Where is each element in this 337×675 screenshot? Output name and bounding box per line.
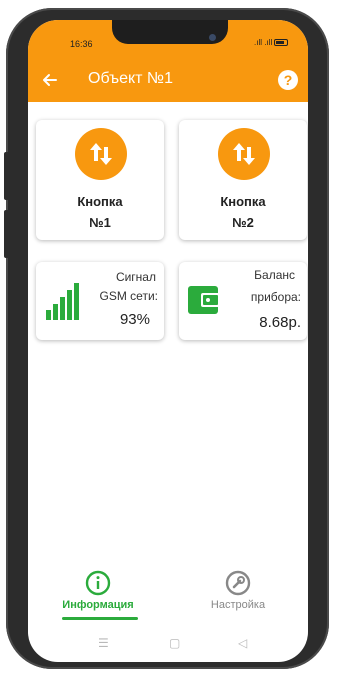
button-1-label: Кнопка — [77, 194, 123, 209]
balance-label-line1: Баланс — [254, 268, 295, 282]
arrow-left-icon — [43, 74, 57, 86]
menu-icon[interactable]: ☰ — [98, 636, 109, 650]
volume-down-button — [4, 210, 9, 258]
signal-label-line1: Сигнал — [115, 270, 156, 284]
wallet-icon — [188, 286, 220, 314]
system-navigation-bar: ☰ ▢ ◁ — [28, 632, 308, 662]
page-title: Объект №1 — [88, 70, 173, 87]
back-button[interactable] — [40, 70, 60, 90]
button-2-card[interactable]: Кнопка №2 — [179, 120, 307, 240]
info-icon — [85, 570, 111, 596]
signal-label-line2: GSM сети: — [99, 289, 158, 303]
button-1-card[interactable]: Кнопка №1 — [36, 120, 164, 240]
balance-label-line2: прибора: — [250, 290, 301, 304]
nav-label-settings: Настройка — [210, 599, 266, 611]
back-triangle-icon[interactable]: ◁ — [238, 636, 247, 650]
gsm-signal-card: Сигнал GSM сети: 93% — [36, 262, 164, 340]
swap-arrows-icon — [233, 143, 255, 165]
button-1-number: №1 — [89, 215, 111, 230]
active-tab-indicator — [62, 617, 138, 620]
signal-value: 93% — [119, 311, 150, 328]
nav-tab-information[interactable]: Информация — [38, 570, 158, 611]
nav-label-information: Информация — [62, 599, 134, 611]
swap-icon-circle — [218, 128, 270, 180]
balance-value: 8.68р. — [259, 314, 301, 331]
button-2-label: Кнопка — [220, 194, 266, 209]
status-time: 16:36 — [70, 39, 93, 49]
swap-arrows-icon — [90, 143, 112, 165]
swap-icon-circle — [75, 128, 127, 180]
front-camera — [209, 34, 216, 41]
home-icon[interactable]: ▢ — [169, 636, 180, 650]
help-button[interactable]: ? — [278, 70, 298, 90]
status-icons: .ıll .ıll — [254, 38, 289, 47]
button-2-number: №2 — [232, 215, 254, 230]
signal-bars-icon — [46, 283, 79, 320]
screen: 16:36 .ıll .ıll Объект №1 ? Кнопка №1 Кн… — [28, 20, 308, 662]
signal-text: .ıll .ıll — [254, 38, 273, 47]
app-bar: 16:36 .ıll .ıll Объект №1 ? — [28, 20, 308, 102]
volume-up-button — [4, 152, 9, 200]
balance-card: Баланс прибора: 8.68р. — [179, 262, 307, 340]
wrench-icon — [225, 570, 251, 596]
nav-tab-settings[interactable]: Настройка — [178, 570, 298, 611]
battery-icon — [274, 39, 289, 46]
